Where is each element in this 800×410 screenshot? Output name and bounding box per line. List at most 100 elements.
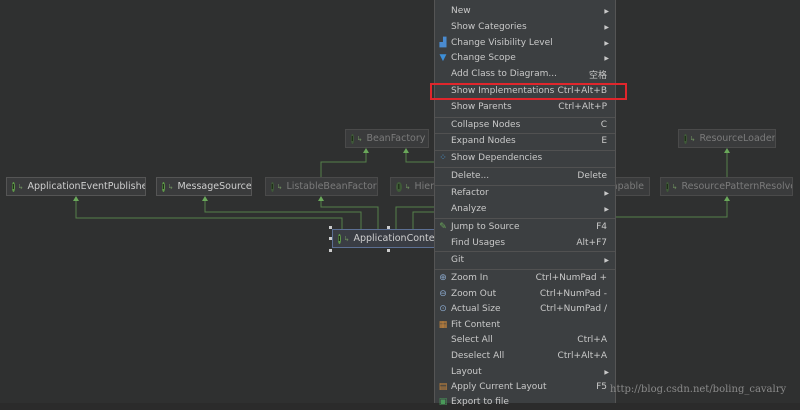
menu-item-change-scope[interactable]: ▼ Change Scope ▶ — [435, 50, 615, 66]
menu-item-git[interactable]: Git ▶ — [435, 252, 615, 268]
selection-handle[interactable] — [329, 226, 332, 229]
inheritance-lines — [73, 148, 730, 230]
diagram-canvas[interactable]: I ↳ ApplicationEventPublisher I ↳ MessageSou… — [0, 0, 800, 403]
menu-item-select-all[interactable]: Select All Ctrl+A — [435, 332, 615, 348]
submenu-arrow-icon: ▶ — [604, 39, 609, 47]
menu-item-label: Select All — [451, 335, 493, 345]
menu-item-label: Show Categories — [451, 22, 527, 32]
node-label: MessageSource — [177, 181, 252, 192]
menu-item-shortcut: 空格 — [588, 70, 607, 81]
menu-item-shortcut: E — [601, 136, 607, 146]
interface-icon: I — [338, 233, 341, 244]
menu-item-label: Delete... — [451, 171, 490, 181]
menu-item-deselect-all[interactable]: Deselect All Ctrl+Alt+A — [435, 348, 615, 364]
submenu-arrow-icon: ▶ — [604, 256, 609, 264]
node-label: ResourcePatternResolver — [681, 181, 793, 192]
menu-item-refactor[interactable]: Refactor ▶ — [435, 185, 615, 201]
highlight-box — [430, 83, 627, 100]
menu-item-show-categories[interactable]: Show Categories ▶ — [435, 19, 615, 35]
selection-handle[interactable] — [329, 249, 332, 252]
menu-item-analyze[interactable]: Analyze ▶ — [435, 201, 615, 217]
link-icon: ↳ — [671, 182, 678, 191]
link-icon: ↳ — [343, 234, 350, 243]
actual-size-icon: ⊙ — [439, 304, 447, 314]
class-node-hierarchical[interactable]: I ↳ Hier — [390, 177, 440, 196]
selection-handle[interactable] — [387, 249, 390, 252]
menu-item-change-visibility-level[interactable]: ▟ Change Visibility Level ▶ — [435, 35, 615, 51]
menu-item-label: Fit Content — [451, 320, 501, 330]
menu-item-label: Change Visibility Level — [451, 38, 553, 48]
menu-item-label: Actual Size — [451, 304, 501, 314]
node-label: ResourceLoader — [699, 133, 776, 144]
menu-item-label: Layout — [451, 367, 482, 377]
node-label: ApplicationEventPublisher — [27, 181, 146, 192]
class-node-application-event-publisher[interactable]: I ↳ ApplicationEventPublisher — [6, 177, 146, 196]
class-node-resource-loader[interactable]: I ↳ ResourceLoader — [678, 129, 776, 148]
menu-item-expand-nodes[interactable]: Expand Nodes E — [435, 133, 615, 149]
menu-item-delete[interactable]: Delete... Delete — [435, 168, 615, 184]
menu-item-export-to-file[interactable]: ▣ Export to file — [435, 394, 615, 410]
zoom-out-icon: ⊖ — [439, 289, 447, 299]
fit-content-icon: ▦ — [438, 320, 448, 330]
selection-handle[interactable] — [329, 237, 332, 240]
menu-item-label: Show Parents — [451, 102, 512, 112]
selection-handle[interactable] — [387, 226, 390, 229]
layout-icon: ▤ — [438, 382, 448, 392]
menu-item-label: Collapse Nodes — [451, 120, 521, 130]
menu-item-new[interactable]: New ▶ — [435, 3, 615, 19]
class-node-message-source[interactable]: I ↳ MessageSource — [156, 177, 252, 196]
link-icon: ↳ — [404, 182, 411, 191]
node-label: ListableBeanFactory — [286, 181, 378, 192]
submenu-arrow-icon: ▶ — [604, 205, 609, 213]
menu-item-shortcut: F5 — [596, 382, 607, 392]
link-icon: ↳ — [17, 182, 24, 191]
menu-item-shortcut: Delete — [577, 171, 607, 181]
export-icon: ▣ — [438, 397, 448, 407]
interface-icon: I — [666, 181, 669, 192]
submenu-arrow-icon: ▶ — [604, 368, 609, 376]
filter-icon: ▼ — [439, 53, 447, 63]
interface-icon: I — [396, 181, 402, 192]
menu-item-jump-to-source[interactable]: ✎ Jump to Source F4 — [435, 219, 615, 235]
menu-item-label: Jump to Source — [451, 222, 520, 232]
menu-item-apply-current-layout[interactable]: ▤ Apply Current Layout F5 — [435, 379, 615, 395]
menu-item-fit-content[interactable]: ▦ Fit Content — [435, 317, 615, 333]
menu-item-show-parents[interactable]: Show Parents Ctrl+Alt+P — [435, 99, 615, 115]
class-node-listable-bean-factory[interactable]: I ↳ ListableBeanFactory — [265, 177, 378, 196]
node-label: BeanFactory — [366, 133, 426, 144]
menu-item-show-dependencies[interactable]: ⁘ Show Dependencies — [435, 150, 615, 166]
menu-item-shortcut: Ctrl+A — [577, 335, 607, 345]
class-node-bean-factory[interactable]: I ↳ BeanFactory — [345, 129, 429, 148]
interface-icon: I — [162, 181, 165, 192]
submenu-arrow-icon: ▶ — [604, 54, 609, 62]
menu-item-label: Find Usages — [451, 238, 506, 248]
menu-item-zoom-out[interactable]: ⊖ Zoom Out Ctrl+NumPad - — [435, 286, 615, 302]
menu-item-zoom-in[interactable]: ⊕ Zoom In Ctrl+NumPad + — [435, 270, 615, 286]
interface-icon: I — [351, 133, 354, 144]
menu-item-collapse-nodes[interactable]: Collapse Nodes C — [435, 117, 615, 133]
menu-item-shortcut: F4 — [596, 222, 607, 232]
jump-icon: ✎ — [439, 222, 447, 232]
menu-item-shortcut: Ctrl+NumPad - — [539, 289, 607, 299]
node-label: apable — [611, 181, 644, 192]
link-icon: ↳ — [689, 134, 696, 143]
menu-item-shortcut: C — [600, 120, 607, 130]
menu-item-layout[interactable]: Layout ▶ — [435, 364, 615, 380]
dependencies-icon: ⁘ — [439, 153, 447, 163]
menu-item-label: Deselect All — [451, 351, 505, 361]
menu-item-add-class-to-diagram[interactable]: Add Class to Diagram... 空格 — [435, 66, 615, 82]
menu-item-label: Expand Nodes — [451, 136, 516, 146]
menu-item-find-usages[interactable]: Find Usages Alt+F7 — [435, 235, 615, 251]
class-node-application-context[interactable]: I ↳ ApplicationContex — [332, 229, 440, 248]
menu-item-shortcut: Ctrl+NumPad / — [540, 304, 607, 314]
menu-item-label: Change Scope — [451, 53, 516, 63]
interface-icon: I — [12, 181, 15, 192]
menu-item-actual-size[interactable]: ⊙ Actual Size Ctrl+NumPad / — [435, 301, 615, 317]
submenu-arrow-icon: ▶ — [604, 23, 609, 31]
interface-icon: I — [271, 181, 274, 192]
menu-item-label: Export to file — [451, 397, 509, 407]
interface-icon: I — [684, 133, 687, 144]
class-node-resource-pattern-resolver[interactable]: I ↳ ResourcePatternResolver — [660, 177, 793, 196]
visibility-icon: ▟ — [439, 38, 447, 48]
menu-item-label: Zoom In — [451, 273, 489, 283]
